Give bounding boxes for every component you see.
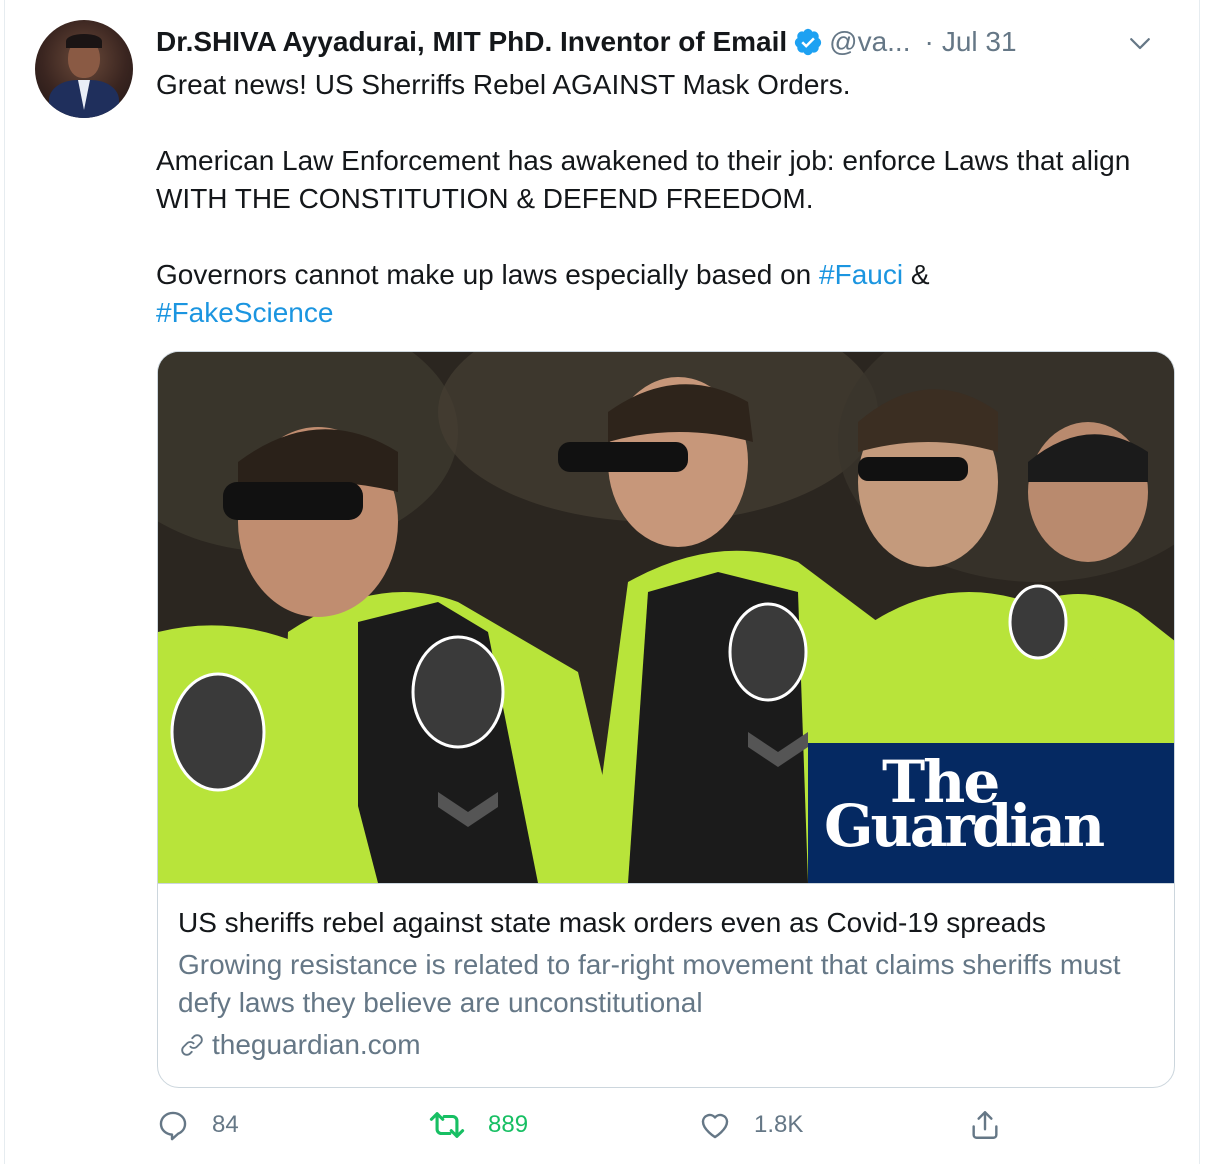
retweet-icon — [429, 1112, 465, 1138]
tweet-header: Dr.SHIVA Ayyadurai, MIT PhD. Inventor of… — [156, 24, 1175, 60]
tweet-text-segment: Governors cannot make up laws especially… — [156, 259, 820, 290]
retweet-count: 889 — [488, 1111, 529, 1138]
card-description: Growing resistance is related to far-rig… — [178, 949, 1121, 1018]
link-icon — [181, 1034, 203, 1056]
card-title[interactable]: US sheriffs rebel against state mask ord… — [178, 904, 1154, 942]
hashtag-fauci[interactable]: #Fauci — [819, 259, 903, 290]
avatar[interactable] — [35, 20, 133, 118]
tweet-text: Great news! US Sherriffs Rebel AGAINST M… — [156, 66, 1166, 332]
share-button[interactable] — [968, 1108, 1024, 1142]
tweet-paragraph: Governors cannot make up laws especially… — [156, 256, 1166, 332]
like-count: 1.8K — [754, 1111, 804, 1138]
tweet[interactable]: Dr.SHIVA Ayyadurai, MIT PhD. Inventor of… — [4, 0, 1200, 1164]
card-domain-text[interactable]: theguardian.com — [212, 1026, 421, 1064]
author-name[interactable]: Dr.SHIVA Ayyadurai, MIT PhD. Inventor of… — [156, 26, 787, 58]
card-domain[interactable]: theguardian.com — [178, 1026, 1154, 1064]
guardian-logo: The Guardian — [808, 743, 1174, 883]
author-handle[interactable]: @va... — [829, 26, 910, 58]
retweet-button[interactable]: 889 — [428, 1108, 528, 1142]
verified-badge-icon — [795, 28, 822, 56]
card-image[interactable]: The Guardian — [158, 352, 1174, 884]
hashtag-fakescience[interactable]: #FakeScience — [156, 297, 333, 328]
tweet-actions: 84 889 1.8K — [156, 1108, 1056, 1148]
heart-icon — [701, 1113, 729, 1139]
tweet-text-segment: & — [903, 259, 930, 290]
chevron-down-icon[interactable] — [1125, 28, 1155, 58]
separator-dot: · — [924, 26, 934, 57]
link-card[interactable]: The Guardian US sheriffs rebel against s… — [157, 351, 1175, 1088]
guardian-logo-line2: Guardian — [824, 792, 1105, 860]
card-body[interactable]: US sheriffs rebel against state mask ord… — [178, 904, 1154, 1064]
reply-count: 84 — [212, 1111, 239, 1138]
tweet-paragraph: American Law Enforcement has awakened to… — [156, 145, 1131, 214]
tweet-paragraph: Great news! US Sherriffs Rebel AGAINST M… — [156, 69, 851, 100]
like-button[interactable]: 1.8K — [698, 1108, 803, 1142]
reply-icon — [159, 1111, 187, 1141]
share-icon — [972, 1111, 998, 1139]
tweet-date[interactable]: Jul 31 — [942, 26, 1017, 58]
reply-button[interactable]: 84 — [156, 1108, 239, 1142]
